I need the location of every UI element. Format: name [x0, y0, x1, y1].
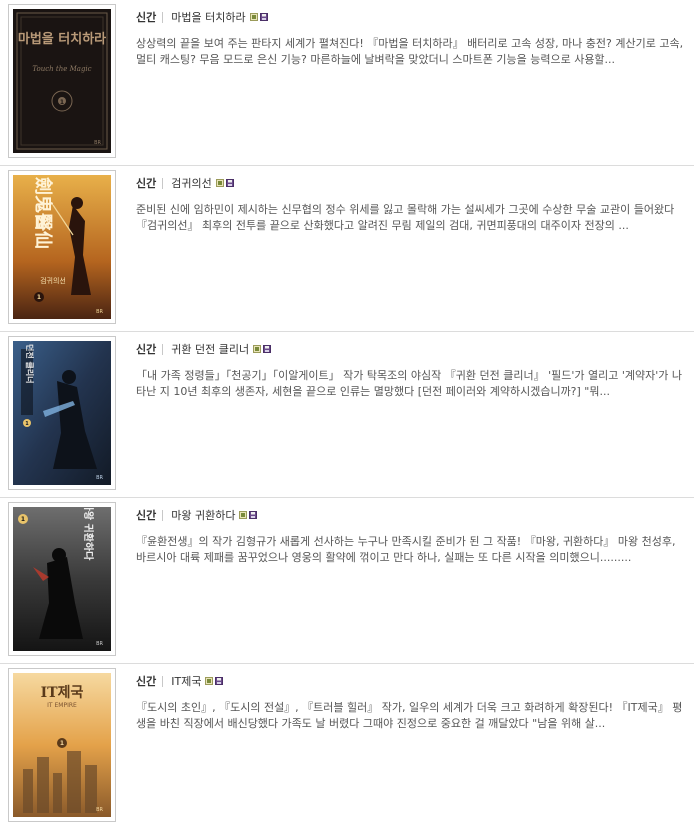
new-release-badge[interactable]: 신간 — [136, 9, 156, 25]
book-title-link[interactable]: IT제국 — [171, 673, 201, 689]
cover-volume: 1 — [60, 740, 64, 747]
divider — [162, 675, 164, 687]
save-icon — [249, 511, 258, 519]
book-meta-line: 신간 검귀의선 — [136, 176, 234, 190]
cover-subtitle: IT EMPIRE — [47, 702, 77, 709]
list-item: 마왕 귀환하다 1 BR 신간 마왕 귀환하다 『윤환전생』의 작가 김형규가 … — [0, 498, 694, 664]
book-cover-link[interactable]: 마법을 터치하라 Touch the Magic 1 BR — [8, 4, 116, 158]
divider — [162, 343, 164, 355]
divider — [162, 11, 164, 23]
book-meta-line: 신간 귀환 던전 클리너 — [136, 341, 272, 357]
list-item: 귀환 던전 클리너 1 BR 신간 귀환 던전 클리너 「내 가족 정령들」「천… — [0, 332, 694, 498]
book-title-link[interactable]: 검귀의선 — [171, 175, 211, 191]
cover-volume: 1 — [25, 421, 29, 427]
cover-title: IT제국 — [41, 685, 84, 701]
book-cover-link[interactable]: IT제국 IT EMPIRE 1 BR — [8, 668, 116, 822]
book-description: 준비된 신에 임하민이 제시하는 신무협의 정수 위세를 잃고 몰락해 가는 설… — [136, 203, 675, 232]
cover-title: 마왕 귀환하다 — [82, 507, 95, 561]
new-release-badge[interactable]: 신간 — [136, 341, 156, 357]
divider — [162, 509, 164, 521]
cover-subtitle: 검귀의선 — [40, 276, 66, 285]
divider — [162, 177, 164, 189]
cover-title: 劍鬼醫仙 — [32, 177, 54, 249]
cover-publisher-logo: BR — [96, 475, 103, 481]
book-meta-line: 신간 마왕 귀환하다 — [136, 507, 258, 523]
book-cover-image: 귀환 던전 클리너 1 BR — [13, 341, 111, 485]
book-list: 마법을 터치하라 Touch the Magic 1 BR 신간 마법을 터치하… — [0, 0, 694, 830]
book-description: 『윤환전생』의 작가 김형규가 새롭게 선사하는 누구나 만족시킬 준비가 된 … — [136, 535, 676, 564]
book-meta-line: 신간 마법을 터치하라 — [136, 10, 268, 24]
format-icons — [239, 511, 258, 519]
book-title-link[interactable]: 귀환 던전 클리너 — [171, 341, 249, 357]
cover-title: 마법을 터치하라 — [18, 31, 106, 47]
save-icon — [263, 345, 272, 353]
book-cover-image: 劍鬼醫仙 검귀의선 1 BR — [13, 175, 111, 319]
ebook-icon — [239, 511, 248, 519]
save-icon — [225, 179, 234, 187]
list-item: 마법을 터치하라 Touch the Magic 1 BR 신간 마법을 터치하… — [0, 0, 694, 166]
format-icons — [249, 13, 268, 21]
new-release-badge[interactable]: 신간 — [136, 507, 156, 523]
book-cover-image: IT제국 IT EMPIRE 1 BR — [13, 673, 111, 817]
cover-volume: 1 — [37, 294, 41, 301]
cover-publisher-logo: BR — [96, 641, 103, 647]
new-release-badge[interactable]: 신간 — [136, 175, 156, 191]
new-release-badge[interactable]: 신간 — [136, 673, 156, 689]
ebook-icon — [205, 677, 214, 685]
book-description: 『도시의 초인』, 『도시의 전설』, 『트러블 힐러』 작가, 일우의 세계가… — [136, 701, 683, 730]
book-cover-image: 마법을 터치하라 Touch the Magic 1 BR — [13, 9, 111, 153]
cover-volume: 1 — [60, 99, 64, 106]
cover-volume: 1 — [21, 516, 25, 523]
book-description: 「내 가족 정령들」「천공기」「이알게이트」 작가 탁목조의 야심작 『귀환 던… — [136, 369, 682, 398]
save-icon — [215, 677, 224, 685]
format-icons — [253, 345, 272, 353]
ebook-icon — [215, 179, 224, 187]
book-cover-image: 마왕 귀환하다 1 BR — [13, 507, 111, 651]
format-icons — [215, 179, 234, 187]
book-cover-link[interactable]: 귀환 던전 클리너 1 BR — [8, 336, 116, 490]
book-cover-link[interactable]: 마왕 귀환하다 1 BR — [8, 502, 116, 656]
cover-publisher-logo: BR — [96, 807, 103, 813]
cover-publisher-logo: BR — [94, 140, 101, 146]
book-description: 상상력의 끝을 보여 주는 판타지 세계가 펼쳐진다! 『마법을 터치하라』 배… — [136, 37, 684, 66]
cover-publisher-logo: BR — [96, 309, 103, 315]
book-cover-link[interactable]: 劍鬼醫仙 검귀의선 1 BR — [8, 170, 116, 324]
format-icons — [205, 677, 224, 685]
book-title-link[interactable]: 마법을 터치하라 — [171, 9, 245, 25]
ebook-icon — [249, 13, 258, 21]
cover-subtitle: Touch the Magic — [32, 65, 91, 73]
book-title-link[interactable]: 마왕 귀환하다 — [171, 507, 235, 523]
cover-title: 귀환 던전 클리너 — [25, 341, 35, 384]
list-item: IT제국 IT EMPIRE 1 BR 신간 IT제국 『도시의 초인』, 『도… — [0, 664, 694, 830]
ebook-icon — [253, 345, 262, 353]
book-meta-line: 신간 IT제국 — [136, 673, 224, 689]
save-icon — [259, 13, 268, 21]
list-item: 劍鬼醫仙 검귀의선 1 BR 신간 검귀의선 준비된 신에 임하민이 제시하는 … — [0, 166, 694, 332]
